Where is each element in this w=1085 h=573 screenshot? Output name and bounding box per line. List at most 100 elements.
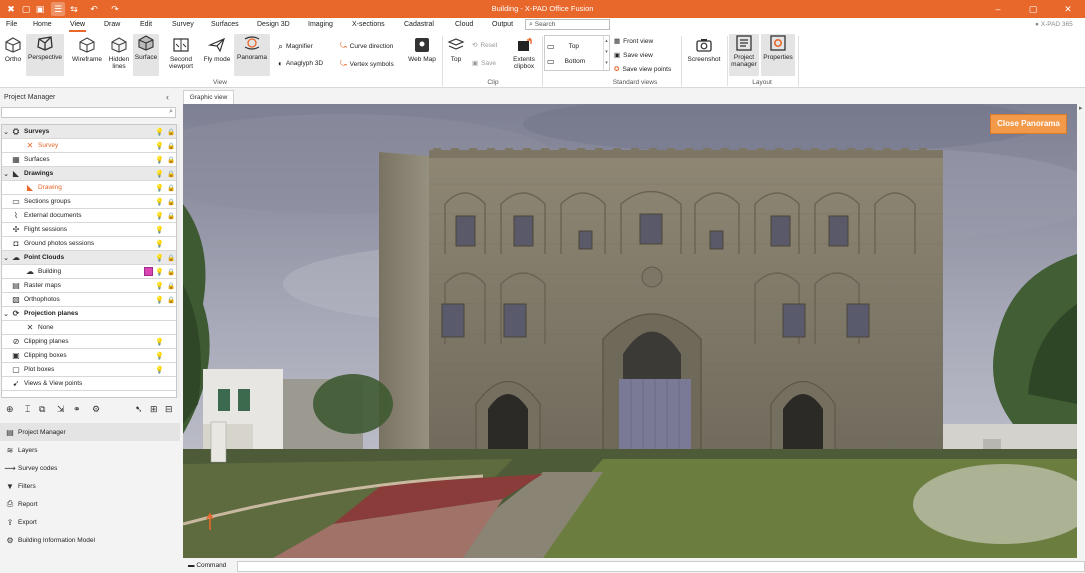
hidden-lines-button[interactable]: Hidden lines: [106, 36, 132, 76]
lock-icon[interactable]: 🔒: [167, 254, 175, 262]
expand-all-icon[interactable]: ⊞: [150, 404, 158, 415]
visibility-bulb-icon[interactable]: 💡: [155, 198, 164, 206]
second-viewport-button[interactable]: Second viewport: [164, 36, 198, 76]
menu-home[interactable]: Home: [33, 21, 52, 28]
tree-row-plot-boxes[interactable]: ▢ Plot boxes 💡: [2, 363, 176, 377]
project-manager-search-input[interactable]: ⌕: [1, 107, 176, 118]
tree-row-views-view-points[interactable]: ➹ Views & View points: [2, 377, 176, 391]
clip-reset-button[interactable]: ⟲ Reset: [472, 41, 497, 50]
lock-icon[interactable]: 🔒: [167, 156, 175, 164]
nav-export[interactable]: ⇪ Export: [0, 513, 180, 531]
lock-icon[interactable]: 🔒: [167, 282, 175, 290]
tree-row-surveys[interactable]: ⌄ ⛭ Surveys 💡 🔒: [2, 125, 176, 139]
visibility-bulb-icon[interactable]: 💡: [155, 212, 164, 220]
save-view-button[interactable]: ▣ Save view: [614, 51, 653, 60]
close-panorama-button[interactable]: Close Panorama: [990, 114, 1067, 134]
share-icon[interactable]: ⚭: [73, 404, 81, 415]
menu-imaging[interactable]: Imaging: [308, 21, 333, 28]
visibility-bulb-icon[interactable]: 💡: [155, 142, 164, 150]
expand-chevron-icon[interactable]: ⌄: [2, 310, 10, 318]
visibility-bulb-icon[interactable]: 💡: [155, 170, 164, 178]
search-input[interactable]: ⌕ Search: [525, 19, 610, 30]
wireframe-button[interactable]: Wireframe: [70, 36, 104, 76]
menu-surfaces[interactable]: Surfaces: [211, 21, 239, 28]
lock-icon[interactable]: 🔒: [167, 198, 175, 206]
expand-chevron-icon[interactable]: ⌄: [2, 170, 10, 178]
visibility-bulb-icon[interactable]: 💡: [155, 268, 164, 276]
nav-project-manager[interactable]: ▤ Project Manager: [0, 423, 180, 441]
nav-filters[interactable]: ▼ Filters: [0, 477, 180, 495]
lock-icon[interactable]: 🔒: [167, 142, 175, 150]
properties-button[interactable]: Properties: [761, 34, 795, 76]
menu-output[interactable]: Output: [492, 21, 513, 28]
screenshot-button[interactable]: Screenshot: [684, 36, 724, 76]
nav-bim[interactable]: ⚙ Building Information Model: [0, 531, 180, 549]
tab-graphic-view[interactable]: Graphic view: [183, 90, 234, 104]
add-icon[interactable]: ⊕: [6, 404, 14, 415]
user-badge[interactable]: ● X-PAD 365: [1035, 21, 1073, 28]
tree-row-external-documents[interactable]: ⌇ External documents 💡 🔒: [2, 209, 176, 223]
tree-row-clipping-boxes[interactable]: ▣ Clipping boxes 💡: [2, 349, 176, 363]
cursor-icon[interactable]: ➷: [135, 404, 143, 415]
panorama-viewport[interactable]: Close Panorama: [183, 104, 1077, 558]
tree-row-projection-planes[interactable]: ⌄ ⟳ Projection planes: [2, 307, 176, 321]
lock-icon[interactable]: 🔒: [167, 128, 175, 136]
tree-row-none[interactable]: ✕ None: [2, 321, 176, 335]
tree-row-drawings[interactable]: ⌄ ◣ Drawings 💡 🔒: [2, 167, 176, 181]
import-icon[interactable]: ⇲: [57, 404, 65, 415]
copy-icon[interactable]: ⧉: [39, 404, 45, 415]
tree-row-flight-sessions[interactable]: ✣ Flight sessions 💡: [2, 223, 176, 237]
maximize-button[interactable]: ▢: [1015, 0, 1051, 18]
lock-icon[interactable]: 🔒: [167, 296, 175, 304]
nav-layers[interactable]: ≋ Layers: [0, 441, 180, 459]
tree-row-building[interactable]: ☁ Building 💡 🔒: [2, 265, 176, 279]
expand-chevron-icon[interactable]: ⌄: [2, 128, 10, 136]
tree-row-raster-maps[interactable]: ▤ Raster maps 💡 🔒: [2, 279, 176, 293]
curve-direction-button[interactable]: ⤿ Curve direction: [340, 41, 393, 51]
tree-row-surfaces[interactable]: ▦ Surfaces 💡 🔒: [2, 153, 176, 167]
vertex-symbols-button[interactable]: ⤿ Vertex symbols: [340, 59, 394, 69]
visibility-bulb-icon[interactable]: 💡: [155, 184, 164, 192]
panorama-button[interactable]: Panorama: [234, 34, 270, 76]
surface-button[interactable]: Surface: [133, 34, 159, 76]
rename-icon[interactable]: ⌶: [25, 404, 30, 415]
viewport-scroll-icon[interactable]: ▸: [1079, 104, 1083, 112]
settings-icon[interactable]: ⚙: [92, 404, 100, 415]
menu-design-3d[interactable]: Design 3D: [257, 21, 290, 28]
visibility-bulb-icon[interactable]: 💡: [155, 366, 164, 374]
fly-mode-button[interactable]: Fly mode: [201, 36, 233, 76]
lock-icon[interactable]: 🔒: [167, 212, 175, 220]
tree-row-orthophotos[interactable]: ▧ Orthophotos 💡 🔒: [2, 293, 176, 307]
tree-row-drawing[interactable]: ◣ Drawing 💡 🔒: [2, 181, 176, 195]
close-window-button[interactable]: ✕: [1050, 0, 1085, 18]
visibility-bulb-icon[interactable]: 💡: [155, 282, 164, 290]
tree-row-sections-groups[interactable]: ▭ Sections groups 💡 🔒: [2, 195, 176, 209]
tree-row-clipping-planes[interactable]: ⊘ Clipping planes 💡: [2, 335, 176, 349]
visibility-bulb-icon[interactable]: 💡: [155, 352, 164, 360]
visibility-bulb-icon[interactable]: 💡: [155, 254, 164, 262]
menu-draw[interactable]: Draw: [104, 21, 120, 28]
save-view-points-button[interactable]: ✪ Save view points: [614, 65, 671, 74]
collapse-panel-icon[interactable]: ‹: [166, 92, 169, 102]
nav-survey-codes[interactable]: ⟿ Survey codes: [0, 459, 180, 477]
menu-survey[interactable]: Survey: [172, 21, 194, 28]
visibility-bulb-icon[interactable]: 💡: [155, 338, 164, 346]
view-list-scroll[interactable]: ▴ ▾ ▾: [603, 36, 609, 70]
front-view-button[interactable]: ▦ Front view: [614, 37, 653, 46]
visibility-bulb-icon[interactable]: 💡: [155, 240, 164, 248]
lock-icon[interactable]: 🔒: [167, 184, 175, 192]
perspective-button[interactable]: Perspective: [26, 34, 64, 76]
tree-row-point-clouds[interactable]: ⌄ ☁ Point Clouds 💡 🔒: [2, 251, 176, 265]
command-input[interactable]: [237, 561, 1085, 572]
visibility-bulb-icon[interactable]: 💡: [155, 296, 164, 304]
menu-edit[interactable]: Edit: [140, 21, 152, 28]
color-swatch[interactable]: [144, 267, 153, 276]
magnifier-button[interactable]: ⌕ Magnifier: [278, 41, 313, 52]
menu-x-sections[interactable]: X-sections: [352, 21, 385, 28]
view-top-item[interactable]: ▭ Top: [547, 42, 579, 51]
clip-save-button[interactable]: ▣ Save: [472, 59, 496, 68]
tree-scrollbar[interactable]: [177, 124, 180, 398]
visibility-bulb-icon[interactable]: 💡: [155, 128, 164, 136]
project-manager-button[interactable]: Project manager: [729, 34, 759, 76]
lock-icon[interactable]: 🔒: [167, 268, 175, 276]
